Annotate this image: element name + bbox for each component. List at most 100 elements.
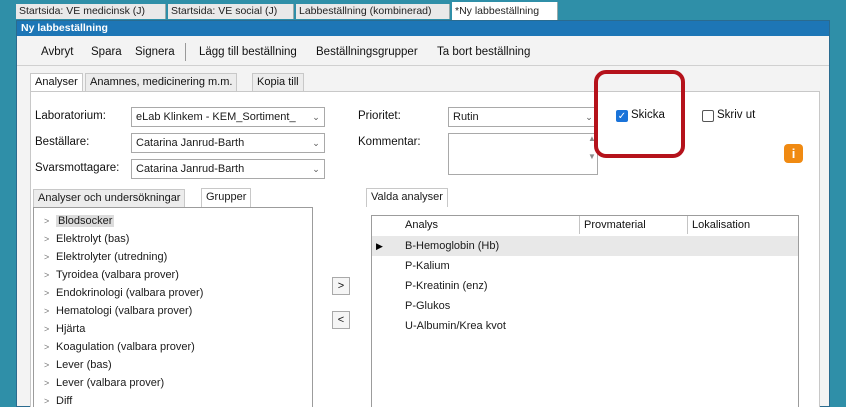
chevron-right-icon: >: [44, 342, 50, 352]
save-button[interactable]: Spara: [91, 44, 122, 60]
tab-analyser[interactable]: Analyser: [30, 73, 83, 92]
chevron-down-icon: ⌄: [312, 112, 320, 122]
orderer-label: Beställare:: [35, 136, 90, 148]
tab-analyser-och-undersokningar[interactable]: Analyser och undersökningar: [33, 189, 186, 207]
doc-tab-label: Startsida: VE medicinsk (J): [19, 5, 146, 17]
tree-item-label: Koagulation (valbara prover): [56, 341, 195, 353]
analyser-panel: Laboratorium: eLab Klinkem - KEM_Sortime…: [30, 91, 820, 407]
tree-item[interactable]: > Elektrolyter (utredning): [44, 248, 167, 266]
print-label: Skriv ut: [717, 109, 756, 121]
column-header-provmaterial[interactable]: Provmaterial: [584, 216, 646, 234]
tree-item-label: Blodsocker: [56, 215, 115, 227]
chevron-right-icon: >: [44, 252, 50, 262]
chevron-right-icon: >: [44, 306, 50, 316]
comment-label: Kommentar:: [358, 136, 421, 148]
tree-item[interactable]: > Elektrolyt (bas): [44, 230, 129, 248]
doc-tab-social[interactable]: Startsida: VE social (J): [168, 4, 294, 19]
tree-item[interactable]: > Tyroidea (valbara prover): [44, 266, 179, 284]
priority-select-value: Rutin: [453, 111, 479, 123]
info-icon[interactable]: i: [784, 144, 803, 163]
tab-valda-analyser[interactable]: Valda analyser: [366, 188, 448, 207]
tree-item-label: Elektrolyter (utredning): [56, 251, 168, 263]
toolbar-separator: [185, 43, 186, 61]
tree-item-label: Diff: [56, 395, 73, 407]
doc-tab-label: *Ny labbeställning: [455, 5, 540, 17]
chevron-right-icon: >: [44, 234, 50, 244]
sign-button[interactable]: Signera: [135, 44, 175, 60]
lab-select[interactable]: eLab Klinkem - KEM_Sortiment_ ⌄: [131, 107, 325, 127]
column-header-lokalisation[interactable]: Lokalisation: [692, 216, 750, 234]
tree-item-label: Lever (bas): [56, 359, 112, 371]
tree-item-label: Hematologi (valbara prover): [56, 305, 193, 317]
column-header-analys[interactable]: Analys: [405, 216, 438, 234]
tree-item[interactable]: > Lever (valbara prover): [44, 374, 164, 392]
tree-item[interactable]: > Diff: [44, 392, 72, 407]
tab-anamnes[interactable]: Anamnes, medicinering m.m.: [85, 73, 238, 91]
lab-label: Laboratorium:: [35, 110, 106, 122]
group-tree: > Blodsocker > Elektrolyt (bas) > Elektroly…: [33, 207, 313, 407]
table-row[interactable]: P-Kreatinin (enz): [372, 276, 798, 296]
analysis-name: U-Albumin/Krea kvot: [405, 320, 506, 332]
chevron-right-icon: >: [44, 324, 50, 334]
column-divider: [579, 216, 580, 234]
remove-analysis-button[interactable]: <: [332, 311, 350, 329]
tab-grupper[interactable]: Grupper: [201, 188, 252, 207]
toolbar: Avbryt Spara Signera Lägg till beställni…: [17, 36, 829, 66]
selected-analyses-grid: Analys Provmaterial Lokalisation ▶ B-Hem…: [371, 215, 799, 407]
cancel-button[interactable]: Avbryt: [41, 44, 73, 60]
tree-item[interactable]: > Blodsocker: [44, 212, 115, 230]
tree-item[interactable]: > Hjärta: [44, 320, 85, 338]
tab-kopia-till[interactable]: Kopia till: [252, 73, 304, 91]
tree-item-label: Lever (valbara prover): [56, 377, 165, 389]
table-row[interactable]: ▶ B-Hemoglobin (Hb): [372, 236, 798, 256]
chevron-right-icon: >: [44, 288, 50, 298]
analysis-name: P-Kreatinin (enz): [405, 280, 488, 292]
remove-order-button[interactable]: Ta bort beställning: [437, 44, 530, 60]
analysis-name: B-Hemoglobin (Hb): [405, 240, 500, 252]
send-checkbox-highlight: [594, 70, 685, 158]
priority-label: Prioritet:: [358, 110, 401, 122]
tree-item-label: Elektrolyt (bas): [56, 233, 130, 245]
order-groups-button[interactable]: Beställningsgrupper: [316, 44, 418, 60]
comment-field[interactable]: ▲ ▼: [448, 133, 598, 175]
tree-item[interactable]: > Koagulation (valbara prover): [44, 338, 195, 356]
document-tab-strip: Startsida: VE medicinsk (J) Startsida: V…: [0, 0, 846, 20]
chevron-right-icon: >: [44, 270, 50, 280]
recipient-label: Svarsmottagare:: [35, 162, 120, 174]
analysis-name: P-Glukos: [405, 300, 451, 312]
table-row[interactable]: P-Kalium: [372, 256, 798, 276]
doc-tab-medicinsk[interactable]: Startsida: VE medicinsk (J): [16, 4, 166, 19]
tree-item-label: Tyroidea (valbara prover): [56, 269, 179, 281]
recipient-select[interactable]: Catarina Janrud-Barth ⌄: [131, 159, 325, 179]
tree-item[interactable]: > Lever (bas): [44, 356, 112, 374]
print-checkbox[interactable]: [702, 110, 714, 122]
add-order-button[interactable]: Lägg till beställning: [199, 44, 297, 60]
window-title: Ny labbeställning: [17, 21, 829, 36]
table-row[interactable]: U-Albumin/Krea kvot: [372, 316, 798, 336]
chevron-right-icon: >: [44, 216, 50, 226]
tree-item-label: Hjärta: [56, 323, 86, 335]
table-row[interactable]: P-Glukos: [372, 296, 798, 316]
lab-select-value: eLab Klinkem - KEM_Sortiment_: [136, 111, 296, 123]
chevron-right-icon: >: [44, 360, 50, 370]
chevron-right-icon: >: [44, 396, 50, 406]
chevron-down-icon: ⌄: [585, 112, 593, 122]
recipient-select-value: Catarina Janrud-Barth: [136, 163, 245, 175]
doc-tab-kombinerad[interactable]: Labbeställning (kombinerad): [296, 4, 450, 19]
orderer-select[interactable]: Catarina Janrud-Barth ⌄: [131, 133, 325, 153]
tree-item-label: Endokrinologi (valbara prover): [56, 287, 204, 299]
doc-tab-label: Startsida: VE social (J): [171, 5, 278, 17]
chevron-right-icon: >: [44, 378, 50, 388]
add-analysis-button[interactable]: >: [332, 277, 350, 295]
doc-tab-label: Labbeställning (kombinerad): [299, 5, 432, 17]
column-divider: [687, 216, 688, 234]
chevron-down-icon: ⌄: [312, 164, 320, 174]
priority-select[interactable]: Rutin ⌄: [448, 107, 598, 127]
orderer-select-value: Catarina Janrud-Barth: [136, 137, 245, 149]
doc-tab-ny-labbestallning[interactable]: *Ny labbeställning: [452, 2, 558, 20]
tree-item[interactable]: > Endokrinologi (valbara prover): [44, 284, 203, 302]
current-row-icon: ▶: [376, 241, 383, 251]
analysis-name: P-Kalium: [405, 260, 450, 272]
chevron-down-icon: ⌄: [312, 138, 320, 148]
tree-item[interactable]: > Hematologi (valbara prover): [44, 302, 192, 320]
